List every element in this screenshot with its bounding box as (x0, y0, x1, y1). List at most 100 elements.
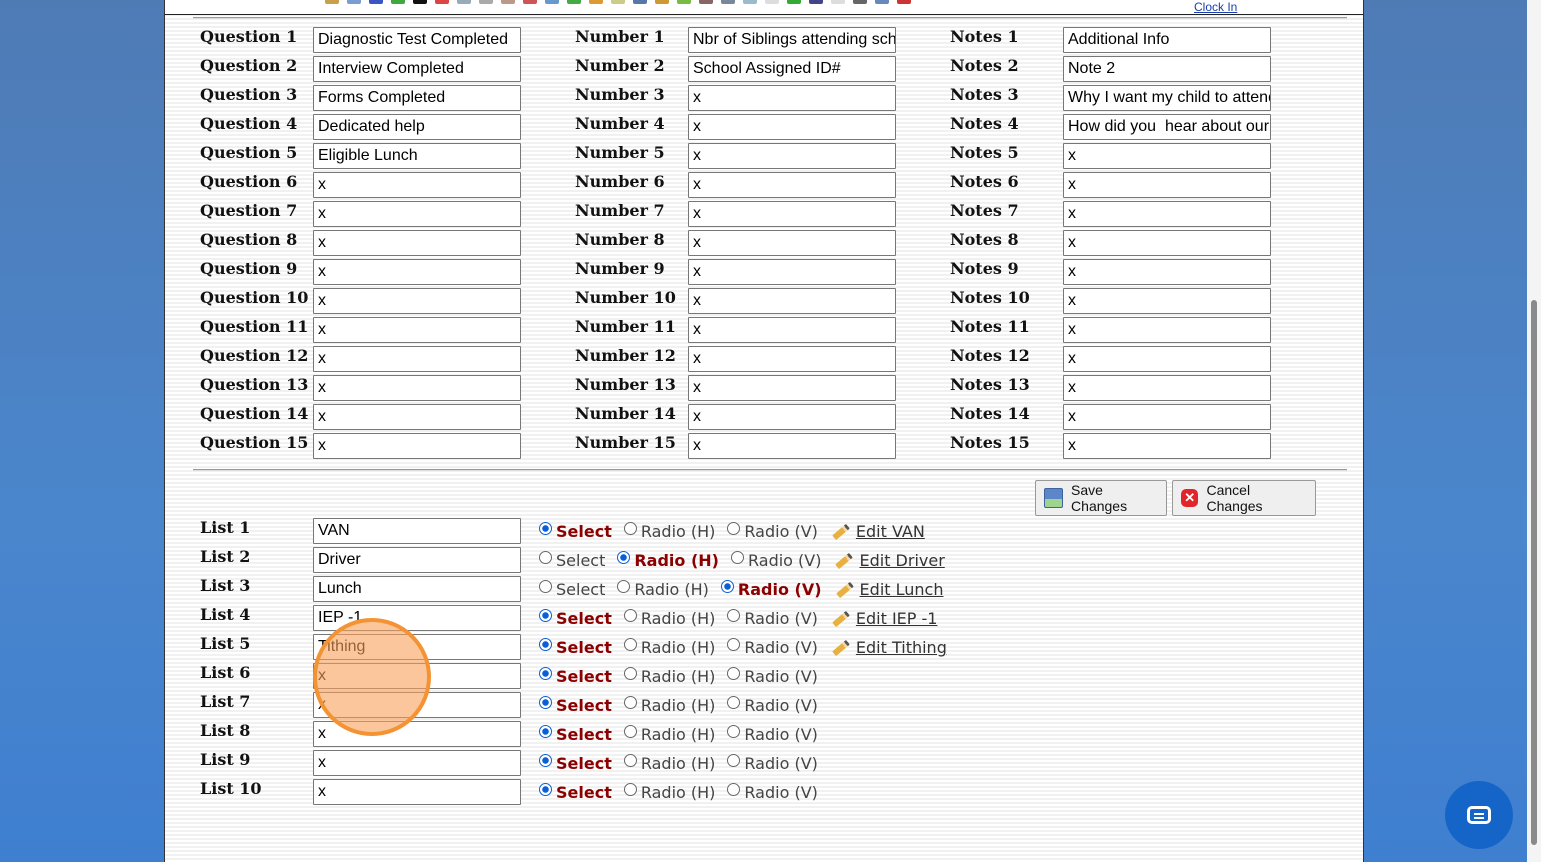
notes-input[interactable]: x (1063, 375, 1271, 401)
option-radio-h[interactable]: Radio (H) (623, 783, 715, 802)
number-input[interactable]: Nbr of Siblings attending school (688, 27, 896, 53)
notes-input[interactable]: x (1063, 433, 1271, 459)
radio-button[interactable] (720, 580, 734, 593)
list-input[interactable]: x (313, 750, 521, 776)
option-select[interactable]: Select (539, 522, 612, 541)
question-input[interactable]: Eligible Lunch (313, 143, 521, 169)
option-radio-h[interactable]: Radio (H) (623, 667, 715, 686)
radio-button[interactable] (623, 667, 637, 680)
option-radio-v[interactable]: Radio (V) (727, 754, 818, 773)
radio-button[interactable] (727, 754, 741, 767)
radio-button[interactable] (727, 783, 741, 796)
toolbar-icon[interactable] (567, 0, 581, 4)
number-input[interactable]: x (688, 172, 896, 198)
option-select[interactable]: Select (539, 696, 612, 715)
radio-button[interactable] (539, 551, 552, 564)
number-input[interactable]: x (688, 201, 896, 227)
radio-button[interactable] (623, 609, 637, 622)
radio-button[interactable] (539, 667, 552, 680)
clock-in-link[interactable]: Clock In (1194, 0, 1237, 14)
toolbar-icon[interactable] (369, 0, 383, 4)
radio-button[interactable] (623, 638, 637, 651)
notes-input[interactable]: x (1063, 346, 1271, 372)
notes-input[interactable]: x (1063, 404, 1271, 430)
toolbar-icon[interactable] (479, 0, 493, 4)
question-input[interactable]: x (313, 317, 521, 343)
option-select[interactable]: Select (539, 580, 605, 599)
option-radio-v[interactable]: Radio (V) (727, 667, 818, 686)
toolbar-icon[interactable] (875, 0, 889, 4)
toolbar-icon[interactable] (611, 0, 625, 4)
question-input[interactable]: Interview Completed (313, 56, 521, 82)
toolbar-icon[interactable] (831, 0, 845, 4)
toolbar-icon[interactable] (589, 0, 603, 4)
option-select[interactable]: Select (539, 667, 612, 686)
radio-button[interactable] (539, 725, 552, 738)
notes-input[interactable]: Why I want my child to attend (1063, 85, 1271, 111)
number-input[interactable]: x (688, 259, 896, 285)
radio-button[interactable] (727, 696, 741, 709)
question-input[interactable]: x (313, 346, 521, 372)
radio-button[interactable] (617, 551, 631, 564)
radio-button[interactable] (727, 609, 741, 622)
radio-button[interactable] (727, 638, 741, 651)
notes-input[interactable]: x (1063, 317, 1271, 343)
radio-button[interactable] (539, 580, 552, 593)
notes-input[interactable]: Additional Info (1063, 27, 1271, 53)
chat-button[interactable] (1445, 781, 1513, 849)
question-input[interactable]: x (313, 433, 521, 459)
option-radio-h[interactable]: Radio (H) (617, 580, 709, 599)
radio-button[interactable] (623, 725, 637, 738)
toolbar-icon[interactable] (809, 0, 823, 4)
scrollbar[interactable] (1527, 0, 1541, 862)
toolbar-icon[interactable] (743, 0, 757, 4)
number-input[interactable]: x (688, 433, 896, 459)
toolbar-icon[interactable] (853, 0, 867, 4)
toolbar-icon[interactable] (897, 0, 911, 4)
toolbar-icon[interactable] (545, 0, 559, 4)
toolbar-icons[interactable] (325, 0, 911, 4)
edit-list-link[interactable]: Edit Driver (835, 551, 945, 570)
option-select[interactable]: Select (539, 725, 612, 744)
list-input[interactable]: VAN (313, 518, 521, 544)
option-radio-h[interactable]: Radio (H) (623, 609, 715, 628)
radio-button[interactable] (617, 580, 631, 593)
toolbar-icon[interactable] (655, 0, 669, 4)
toolbar-icon[interactable] (633, 0, 647, 4)
radio-button[interactable] (727, 522, 741, 535)
option-radio-h[interactable]: Radio (H) (623, 725, 715, 744)
edit-list-link[interactable]: Edit VAN (832, 522, 925, 541)
question-input[interactable]: x (313, 201, 521, 227)
toolbar-icon[interactable] (523, 0, 537, 4)
number-input[interactable]: School Assigned ID# (688, 56, 896, 82)
list-input[interactable]: IEP -1 (313, 605, 521, 631)
toolbar-icon[interactable] (699, 0, 713, 4)
option-radio-v[interactable]: Radio (V) (720, 580, 822, 599)
number-input[interactable]: x (688, 143, 896, 169)
toolbar-icon[interactable] (457, 0, 471, 4)
question-input[interactable]: x (313, 259, 521, 285)
radio-button[interactable] (623, 522, 637, 535)
notes-input[interactable]: x (1063, 288, 1271, 314)
number-input[interactable]: x (688, 230, 896, 256)
toolbar-icon[interactable] (721, 0, 735, 4)
option-radio-v[interactable]: Radio (V) (727, 638, 818, 657)
toolbar-icon[interactable] (765, 0, 779, 4)
option-radio-v[interactable]: Radio (V) (727, 696, 818, 715)
radio-button[interactable] (539, 638, 552, 651)
radio-button[interactable] (539, 696, 552, 709)
list-input[interactable]: Driver (313, 547, 521, 573)
number-input[interactable]: x (688, 317, 896, 343)
number-input[interactable]: x (688, 114, 896, 140)
list-input[interactable]: x (313, 663, 521, 689)
radio-button[interactable] (727, 725, 741, 738)
notes-input[interactable]: x (1063, 259, 1271, 285)
option-select[interactable]: Select (539, 638, 612, 657)
radio-button[interactable] (623, 754, 637, 767)
question-input[interactable]: Forms Completed (313, 85, 521, 111)
question-input[interactable]: x (313, 288, 521, 314)
toolbar-icon[interactable] (501, 0, 515, 4)
option-select[interactable]: Select (539, 754, 612, 773)
toolbar-icon[interactable] (435, 0, 449, 4)
radio-button[interactable] (539, 754, 552, 767)
